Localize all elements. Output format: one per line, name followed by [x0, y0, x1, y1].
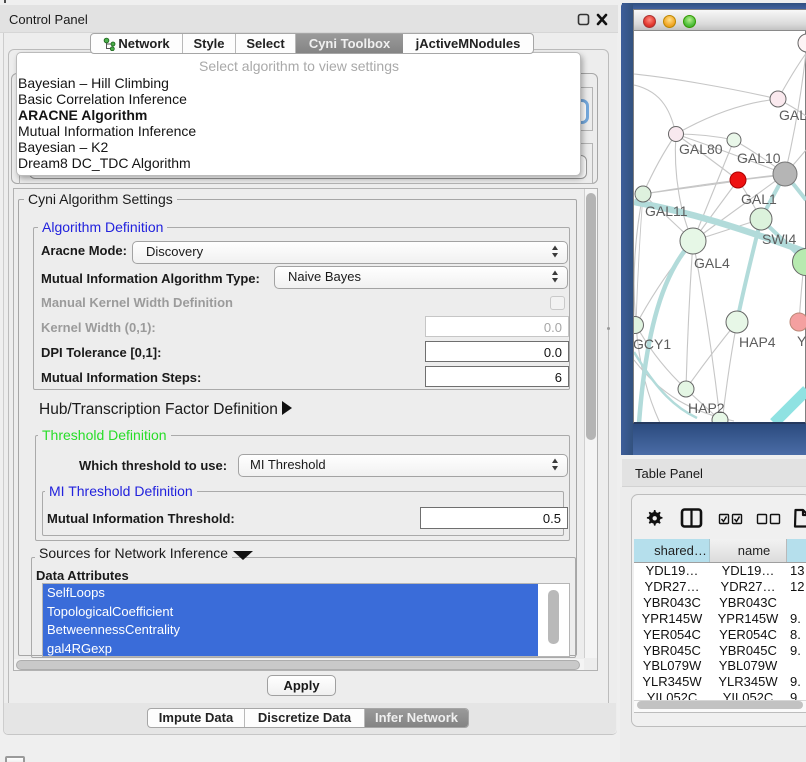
svg-text:GAL7: GAL7 [779, 107, 806, 123]
svg-text:GAL10: GAL10 [737, 150, 781, 166]
svg-text:GAL1: GAL1 [741, 191, 777, 207]
svg-text:HAP4: HAP4 [739, 334, 776, 350]
svg-text:GAL80: GAL80 [679, 141, 723, 157]
svg-text:SWI4: SWI4 [762, 231, 796, 247]
svg-text:GAL11: GAL11 [645, 203, 688, 219]
svg-text:GAL4: GAL4 [694, 255, 730, 271]
svg-text:GCY1: GCY1 [634, 336, 671, 352]
svg-text:Y: Y [797, 333, 806, 349]
svg-text:HAP2: HAP2 [688, 400, 725, 416]
